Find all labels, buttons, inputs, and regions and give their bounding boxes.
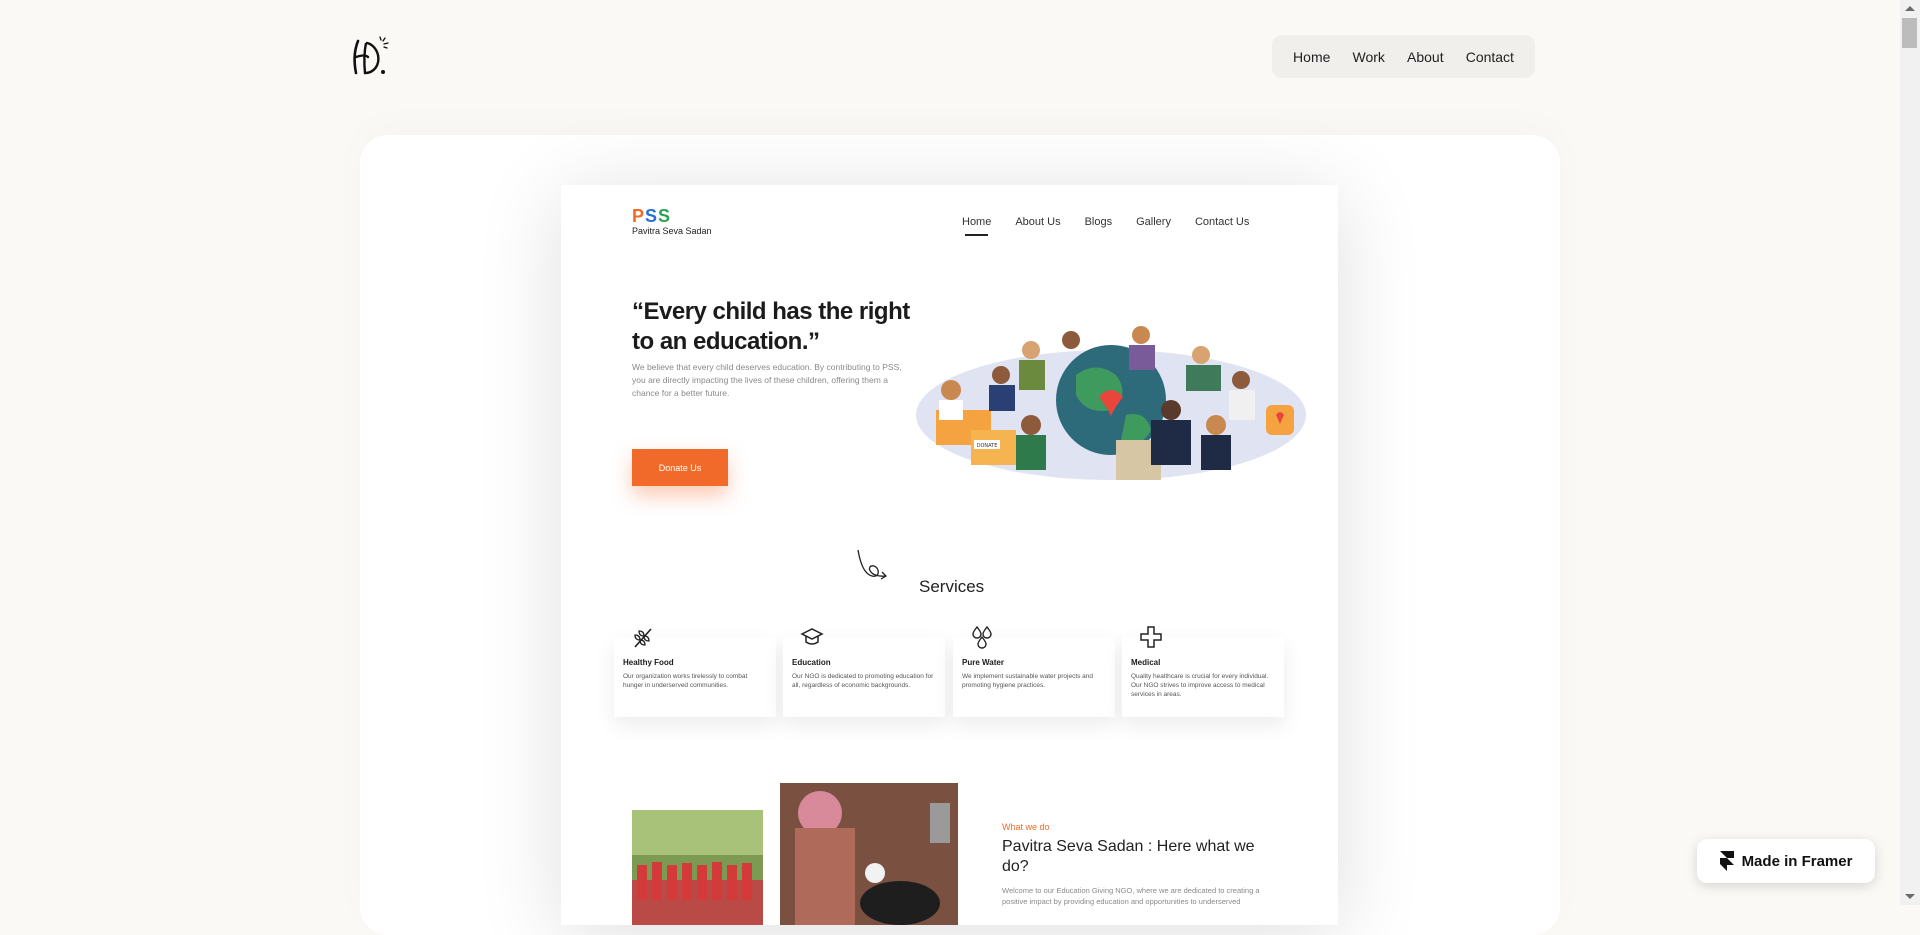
service-name: Pure Water — [962, 658, 1004, 667]
scrollbar[interactable] — [1900, 0, 1920, 905]
children-group-photo — [632, 810, 763, 925]
service-card-medical[interactable]: Medical Quality healthcare is crucial fo… — [1122, 626, 1284, 717]
charity-illustration: DONATE — [916, 326, 1306, 480]
what-we-do-title: Pavitra Seva Sadan : Here what we do? — [1002, 838, 1255, 875]
mock-nav: Home About Us Blogs Gallery Contact Us — [962, 216, 1249, 236]
mock-nav-gallery[interactable]: Gallery — [1136, 216, 1171, 228]
nav-home[interactable]: Home — [1293, 49, 1330, 65]
made-in-framer-badge[interactable]: Made in Framer — [1697, 839, 1875, 883]
medical-cross-icon — [1140, 626, 1162, 648]
hero-title: “Every child has the right to an educati… — [632, 298, 910, 355]
nav-contact[interactable]: Contact — [1466, 49, 1514, 65]
site-logo[interactable] — [350, 33, 390, 77]
service-name: Education — [792, 658, 831, 667]
hd-logo-icon — [353, 36, 389, 75]
service-name: Healthy Food — [623, 658, 674, 667]
hero-description: We believe that every child deserves edu… — [632, 362, 902, 398]
nav-work[interactable]: Work — [1353, 49, 1385, 65]
service-card-healthy-food[interactable]: Healthy Food Our organization works tire… — [614, 628, 776, 717]
scroll-thumb[interactable] — [1902, 18, 1917, 48]
framer-badge-label: Made in Framer — [1741, 852, 1853, 870]
mock-nav-blogs[interactable]: Blogs — [1085, 216, 1113, 228]
mock-nav-home[interactable]: Home — [962, 216, 991, 236]
project-preview[interactable]: PSS Pavitra Seva Sadan Home About Us Blo… — [561, 185, 1338, 925]
pss-logo[interactable]: PSS Pavitra Seva Sadan — [632, 207, 712, 236]
what-we-do-label: What we do — [1002, 822, 1050, 832]
logo-subtitle: Pavitra Seva Sadan — [632, 226, 712, 236]
mock-nav-contact-us[interactable]: Contact Us — [1195, 216, 1249, 228]
scroll-down-arrow-icon[interactable] — [1905, 894, 1915, 899]
nav-about[interactable]: About — [1407, 49, 1444, 65]
donate-box-label: DONATE — [977, 443, 998, 449]
service-card-pure-water[interactable]: Pure Water We implement sustainable wate… — [953, 625, 1115, 717]
graduation-cap-icon — [800, 628, 824, 645]
wheat-icon — [634, 628, 652, 648]
service-card-education[interactable]: Education Our NGO is dedicated to promot… — [783, 628, 945, 717]
logo-letter-p: P — [632, 206, 646, 226]
service-text: We implement sustainable water projects … — [962, 673, 1094, 689]
service-text: Quality healthcare is crucial for every … — [1131, 673, 1269, 698]
framer-logo-icon — [1719, 851, 1734, 871]
donate-button[interactable]: Donate Us — [632, 449, 728, 486]
mock-nav-about-us[interactable]: About Us — [1015, 216, 1060, 228]
scroll-up-arrow-icon[interactable] — [1905, 6, 1915, 11]
what-we-do-description: Welcome to our Education Giving NGO, whe… — [1002, 886, 1260, 906]
logo-letter-s1: S — [645, 206, 659, 226]
service-text: Our organization works tirelessly to com… — [623, 673, 748, 689]
service-text: Our NGO is dedicated to promoting educat… — [792, 673, 934, 689]
services-title: Services — [919, 577, 985, 596]
dog-care-photo — [780, 783, 958, 925]
site-nav: Home Work About Contact — [1272, 35, 1535, 78]
service-name: Medical — [1131, 658, 1161, 667]
water-drops-icon — [972, 625, 992, 649]
squiggle-arrow-icon — [857, 549, 888, 580]
logo-letter-s2: S — [658, 206, 672, 226]
